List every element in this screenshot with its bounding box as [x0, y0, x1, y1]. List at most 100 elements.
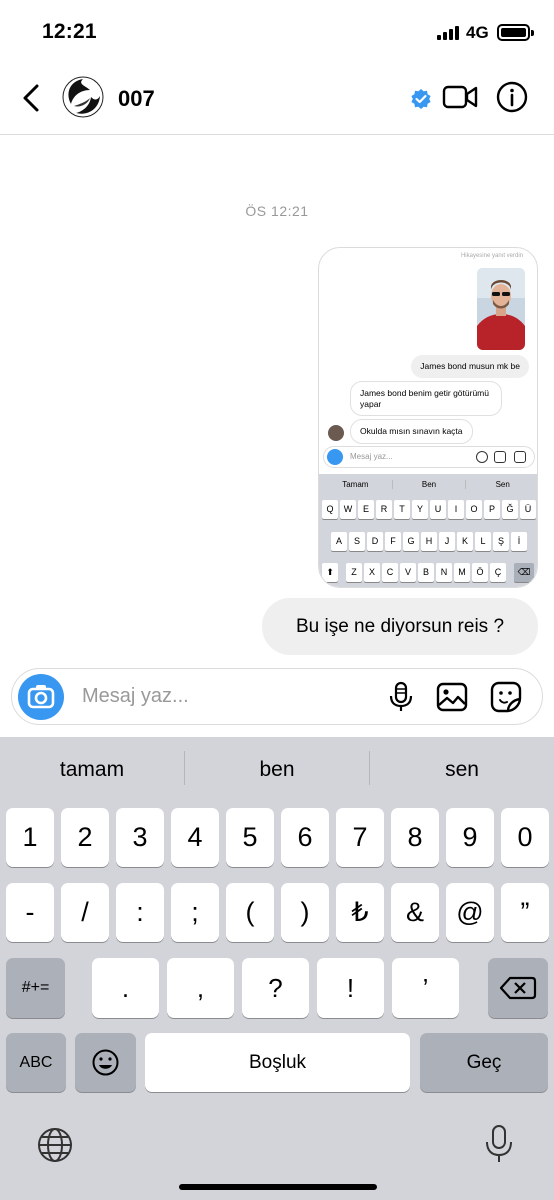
microphone-icon[interactable] — [385, 681, 417, 713]
key-symbol[interactable]: ) — [281, 883, 329, 942]
battery-icon — [497, 24, 534, 41]
key-9[interactable]: 0 — [501, 808, 549, 867]
outgoing-message-bubble[interactable]: Bu işe ne diyorsun reis ? — [262, 598, 538, 655]
screenshot-key: T — [394, 500, 410, 519]
camera-icon — [327, 449, 343, 465]
screenshot-key: K — [457, 532, 473, 551]
screenshot-key: Y — [412, 500, 428, 519]
key-1[interactable]: 2 — [61, 808, 109, 867]
key-symbol[interactable]: ; — [171, 883, 219, 942]
camera-button[interactable] — [18, 674, 64, 720]
status-time: 12:21 — [42, 20, 97, 43]
screenshot-message-received: James bond benim getir götürümü yapar — [350, 381, 502, 417]
status-bar: 12:21 4G — [0, 0, 554, 62]
story-photo — [477, 268, 525, 350]
key-symbol[interactable]: - — [6, 883, 54, 942]
back-chevron-icon[interactable] — [18, 80, 44, 116]
space-key[interactable]: Boşluk — [145, 1033, 410, 1092]
key-4[interactable]: 5 — [226, 808, 274, 867]
chat-header: 007 — [0, 62, 554, 135]
sticker-icon[interactable] — [490, 681, 522, 713]
key-8[interactable]: 9 — [446, 808, 494, 867]
gallery-icon[interactable] — [436, 681, 468, 713]
backspace-icon — [499, 976, 537, 1000]
screenshot-avatar — [328, 425, 344, 441]
key-5[interactable]: 6 — [281, 808, 329, 867]
screenshot-key: B — [418, 563, 434, 582]
symbols-toggle-key[interactable]: #+= — [6, 958, 65, 1018]
key-6[interactable]: 7 — [336, 808, 384, 867]
key-0[interactable]: 1 — [6, 808, 54, 867]
screenshot-key: N — [436, 563, 452, 582]
backspace-key[interactable] — [488, 958, 548, 1018]
screenshot-input: Mesaj yaz... — [323, 446, 535, 468]
abc-mode-key[interactable]: ABC — [6, 1033, 66, 1092]
mic-icon — [476, 451, 488, 463]
key-symbol[interactable]: ( — [226, 883, 274, 942]
screenshot-backspace-key: ⌫ — [514, 563, 534, 582]
return-key[interactable]: Geç — [420, 1033, 548, 1092]
screenshot-key-row: ASDFGHJKLŞİ — [331, 532, 527, 551]
camera-icon — [27, 685, 55, 709]
video-call-icon[interactable] — [442, 83, 478, 111]
globe-icon[interactable] — [37, 1127, 73, 1163]
screenshot-key: Ü — [520, 500, 536, 519]
key-symbol[interactable]: & — [391, 883, 439, 942]
info-icon[interactable] — [496, 81, 528, 113]
key-3[interactable]: 4 — [171, 808, 219, 867]
screenshot-message-sent: James bond musun mk be — [411, 355, 529, 378]
dictation-mic-icon[interactable] — [484, 1124, 514, 1164]
key-punctuation[interactable]: . — [92, 958, 159, 1018]
key-punctuation[interactable]: , — [167, 958, 234, 1018]
key-7[interactable]: 8 — [391, 808, 439, 867]
screenshot-message-image[interactable]: Hikayesine yanıt verdin James bond musun… — [318, 247, 538, 588]
key-symbol[interactable]: @ — [446, 883, 494, 942]
key-symbol[interactable]: : — [116, 883, 164, 942]
screenshot-key: V — [400, 563, 416, 582]
suggestion-item[interactable]: tamam — [0, 737, 184, 799]
screenshot-key: X — [364, 563, 380, 582]
suggestion: Tamam — [319, 479, 393, 489]
keyboard-suggestion-bar: tamam ben sen — [0, 737, 554, 799]
contact-avatar[interactable] — [62, 76, 104, 118]
screenshot-suggestions: Tamam Ben Sen — [319, 474, 537, 494]
sticker-icon — [514, 451, 526, 463]
screenshot-key-row: ⬆ Z X C V B N M Ö Ç ⌫ — [322, 563, 534, 582]
gallery-icon — [494, 451, 506, 463]
home-indicator — [179, 1184, 377, 1190]
screenshot-key: Z — [346, 563, 362, 582]
screenshot-key: I — [448, 500, 464, 519]
screenshot-key: Ö — [472, 563, 488, 582]
story-reply-note: Hikayesine yanıt verdin — [460, 253, 523, 259]
key-symbol[interactable]: ₺ — [336, 883, 384, 942]
emoji-key[interactable] — [75, 1033, 136, 1092]
verified-badge-icon — [411, 89, 431, 109]
screenshot-key: A — [331, 532, 347, 551]
suggestion-item[interactable]: ben — [185, 737, 369, 799]
signal-icon — [437, 26, 459, 40]
screenshot-key: Ğ — [502, 500, 518, 519]
message-composer: Mesaj yaz... — [11, 668, 543, 725]
message-input[interactable]: Mesaj yaz... — [82, 669, 189, 724]
screenshot-shift-key: ⬆ — [322, 563, 338, 582]
screenshot-key: Ş — [493, 532, 509, 551]
screenshot-key: O — [466, 500, 482, 519]
contact-name[interactable]: 007 — [118, 86, 155, 112]
key-2[interactable]: 3 — [116, 808, 164, 867]
key-punctuation[interactable]: ! — [317, 958, 384, 1018]
emoji-icon — [92, 1049, 119, 1076]
key-symbol[interactable]: ” — [501, 883, 549, 942]
key-punctuation[interactable]: ’ — [392, 958, 459, 1018]
screenshot-input-placeholder: Mesaj yaz... — [350, 452, 393, 461]
screenshot-key: İ — [511, 532, 527, 551]
message-timestamp: ÖS 12:21 — [245, 203, 309, 219]
screenshot-key: F — [385, 532, 401, 551]
key-punctuation[interactable]: ? — [242, 958, 309, 1018]
key-symbol[interactable]: / — [61, 883, 109, 942]
screenshot-key: L — [475, 532, 491, 551]
suggestion: Ben — [393, 479, 467, 489]
screenshot-key: E — [358, 500, 374, 519]
screenshot-key: J — [439, 532, 455, 551]
screenshot-key: G — [403, 532, 419, 551]
suggestion-item[interactable]: sen — [370, 737, 554, 799]
